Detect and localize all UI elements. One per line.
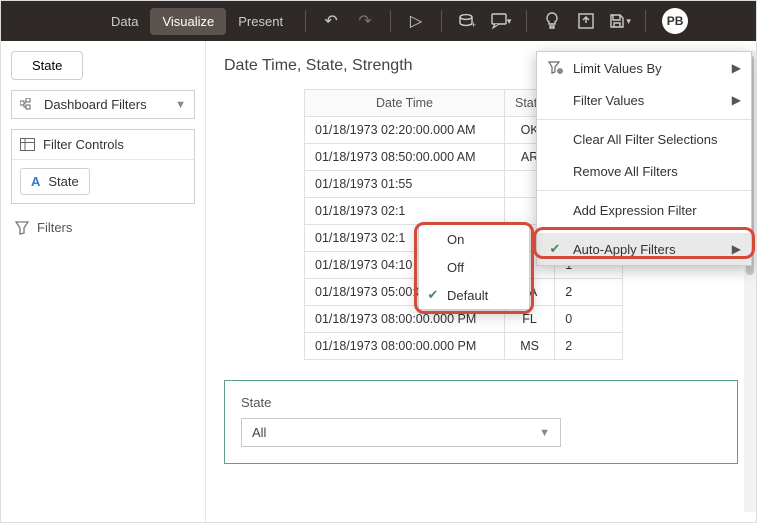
funnel-edit-icon (547, 61, 563, 75)
cell: 2 (555, 333, 623, 360)
state-button[interactable]: State (11, 51, 83, 80)
dashboard-filters-icon (20, 98, 36, 112)
separator (441, 10, 442, 32)
dataset-icon[interactable]: + (452, 6, 482, 36)
menu-limit-values-by[interactable]: Limit Values By ▶ (537, 52, 751, 84)
check-icon: ✔ (425, 287, 441, 303)
cell: MS (505, 333, 555, 360)
cell: 0 (555, 306, 623, 333)
filters-section[interactable]: Filters (11, 214, 195, 241)
state-filter-label: State (241, 395, 721, 410)
menu-label: On (447, 232, 464, 247)
menu-label: Default (447, 288, 488, 303)
export-icon[interactable] (571, 6, 601, 36)
dashboard-filters-label: Dashboard Filters (44, 97, 147, 112)
comment-icon[interactable]: ▾ (486, 6, 516, 36)
svg-text:+: + (471, 20, 476, 29)
submenu-default[interactable]: ✔ Default (419, 281, 529, 309)
separator (537, 229, 751, 230)
state-filter-chip[interactable]: A State (20, 168, 90, 195)
submenu-arrow-icon: ▶ (732, 242, 741, 256)
menu-clear-all-selections[interactable]: Clear All Filter Selections (537, 123, 751, 155)
menu-remove-all-filters[interactable]: Remove All Filters (537, 155, 751, 187)
submenu-off[interactable]: Off (419, 253, 529, 281)
menu-auto-apply-filters[interactable]: ✔ Auto-Apply Filters ▶ (537, 233, 751, 265)
save-icon[interactable]: ▾ (605, 6, 635, 36)
funnel-icon (15, 221, 29, 235)
state-filter-card: State All ▼ (224, 380, 738, 464)
tab-visualize[interactable]: Visualize (150, 8, 226, 35)
menu-label: Remove All Filters (573, 164, 678, 179)
separator (537, 190, 751, 191)
cell: 01/18/1973 02:20:00.000 AM (305, 117, 505, 144)
cell: 01/18/1973 08:50:00.000 AM (305, 144, 505, 171)
table-row[interactable]: 01/18/1973 08:00:00.000 PMMS2 (305, 333, 623, 360)
separator (305, 10, 306, 32)
state-filter-dropdown[interactable]: All ▼ (241, 418, 561, 447)
redo-icon[interactable]: ↷ (350, 6, 380, 36)
undo-icon[interactable]: ↶ (316, 6, 346, 36)
menu-label: Add Expression Filter (573, 203, 697, 218)
separator (526, 10, 527, 32)
check-icon: ✔ (547, 241, 563, 257)
sidebar: State Dashboard Filters ▼ Filter Control… (1, 41, 206, 522)
cell: 01/18/1973 08:00:00.000 PM (305, 333, 505, 360)
cell: 01/18/1973 02:1 (305, 198, 505, 225)
lightbulb-icon[interactable] (537, 6, 567, 36)
col-header-datetime[interactable]: Date Time (305, 90, 505, 117)
separator (390, 10, 391, 32)
filter-controls-icon (20, 138, 35, 151)
submenu-arrow-icon: ▶ (732, 61, 741, 75)
menu-filter-values[interactable]: Filter Values ▶ (537, 84, 751, 116)
filter-context-menu: Limit Values By ▶ Filter Values ▶ Clear … (536, 51, 752, 266)
submenu-arrow-icon: ▶ (732, 93, 741, 107)
menu-label: Limit Values By (573, 61, 662, 76)
menu-label: Filter Values (573, 93, 644, 108)
menu-label: Auto-Apply Filters (573, 242, 676, 257)
menu-label: Off (447, 260, 464, 275)
top-toolbar: Data Visualize Present ↶ ↷ ▷ + ▾ ▾ PB (1, 1, 756, 41)
separator (645, 10, 646, 32)
cell: 2 (555, 279, 623, 306)
state-chip-label: State (48, 174, 78, 189)
menu-label: Clear All Filter Selections (573, 132, 718, 147)
filter-controls-label: Filter Controls (43, 137, 124, 152)
filters-label: Filters (37, 220, 72, 235)
state-filter-value: All (252, 425, 266, 440)
filter-controls-panel: Filter Controls A State (11, 129, 195, 204)
main-area: Date Time, State, Strength Date Time Sta… (206, 41, 756, 522)
auto-apply-submenu: On Off ✔ Default (418, 224, 530, 310)
cell: 01/18/1973 01:55 (305, 171, 505, 198)
tab-present[interactable]: Present (226, 8, 295, 35)
avatar[interactable]: PB (662, 8, 688, 34)
dashboard-filters-select[interactable]: Dashboard Filters ▼ (11, 90, 195, 119)
menu-add-expression-filter[interactable]: Add Expression Filter (537, 194, 751, 226)
submenu-on[interactable]: On (419, 225, 529, 253)
tab-data[interactable]: Data (99, 8, 150, 35)
chevron-down-icon: ▼ (175, 99, 186, 111)
text-type-icon: A (31, 174, 40, 189)
play-icon[interactable]: ▷ (401, 6, 431, 36)
chevron-down-icon: ▼ (539, 427, 550, 439)
separator (537, 119, 751, 120)
